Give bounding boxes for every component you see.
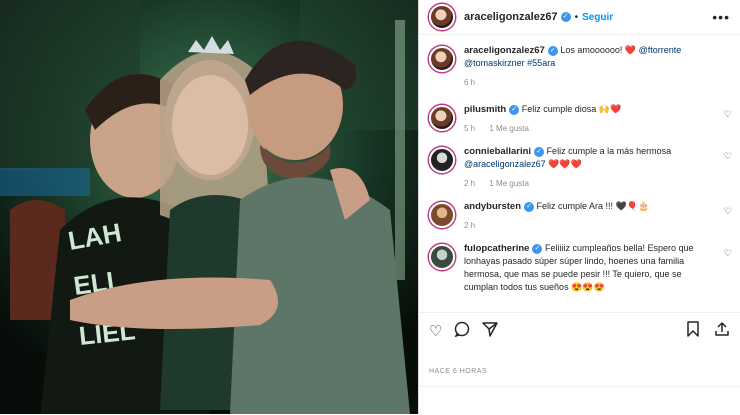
post-actions-bar: ♡ xyxy=(419,312,740,349)
comment-time: 2 h xyxy=(464,179,476,188)
like-heart-icon[interactable]: ♡ xyxy=(724,109,732,120)
more-options-icon[interactable]: ••• xyxy=(712,9,730,25)
mention-link[interactable]: @tomaskirzner xyxy=(464,58,525,68)
verified-icon: ✓ xyxy=(509,104,520,115)
comment-username[interactable]: fulopcatherine xyxy=(464,243,529,254)
photo-illustration: LAH ELI LIEL xyxy=(0,0,418,414)
post-header: araceligonzalez67 ✓ • Seguir ••• xyxy=(419,0,740,35)
comment-emoji: ❤️❤️❤️ xyxy=(548,159,582,169)
comment-likes[interactable]: 1 Me gusta xyxy=(489,179,529,188)
like-heart-icon[interactable]: ♡ xyxy=(429,322,442,340)
comment-item: fulopcatherine ✓ Feliiiiz cumpleaños bell… xyxy=(419,242,740,294)
post-photo: LAH ELI LIEL xyxy=(0,0,418,414)
post-timestamp: HACE 6 HORAS xyxy=(429,368,488,375)
avatar[interactable] xyxy=(429,244,455,270)
comment-time: 5 h xyxy=(464,124,476,133)
caption-time: 6 h xyxy=(464,78,476,87)
comment-icon[interactable] xyxy=(454,321,470,341)
caption: araceligonzalez67 ✓ Los amoooooo! ❤️ @fto… xyxy=(419,40,740,89)
caption-text: Los amoooooo! ❤️ xyxy=(560,45,637,55)
comment-item: andybursten ✓ Feliz cumple Ara !!! 🖤🎈🎂 2 … xyxy=(419,200,740,232)
comment-text: Feliz cumple diosa 🙌❤️ xyxy=(521,104,622,114)
header-username[interactable]: araceligonzalez67 xyxy=(464,11,558,23)
comment-text: Feliz cumple Ara !!! 🖤🎈🎂 xyxy=(536,201,650,211)
verified-icon: ✓ xyxy=(524,201,535,212)
comment-text: Feliz cumple a la más hermosa xyxy=(546,146,672,156)
like-heart-icon[interactable]: ♡ xyxy=(724,206,732,217)
like-heart-icon[interactable]: ♡ xyxy=(724,248,732,259)
follow-button[interactable]: Seguir xyxy=(582,12,613,23)
comment-item: pilusmith ✓ Feliz cumple diosa 🙌❤️ 5 h 1 … xyxy=(419,103,740,135)
share-icon[interactable] xyxy=(482,321,499,341)
verified-icon: ✓ xyxy=(534,146,545,157)
avatar[interactable] xyxy=(429,4,455,30)
like-heart-icon[interactable]: ♡ xyxy=(724,151,732,162)
comment-time: 2 h xyxy=(464,221,476,230)
caption-username[interactable]: araceligonzalez67 xyxy=(464,45,545,56)
post-side-panel: araceligonzalez67 ✓ • Seguir ••• araceli… xyxy=(418,0,740,414)
avatar[interactable] xyxy=(429,105,455,131)
comment-likes[interactable]: 1 Me gusta xyxy=(489,124,529,133)
add-comment-area[interactable] xyxy=(419,386,740,415)
upload-icon[interactable] xyxy=(714,321,730,341)
comment-username[interactable]: andybursten xyxy=(464,201,521,212)
comment-username[interactable]: connieballarini xyxy=(464,146,531,157)
avatar[interactable] xyxy=(429,147,455,173)
separator-dot: • xyxy=(574,11,579,23)
save-bookmark-icon[interactable] xyxy=(686,321,700,341)
verified-icon: ✓ xyxy=(532,243,543,254)
hashtag-link[interactable]: #55ara xyxy=(527,58,555,68)
comments-list: araceligonzalez67 ✓ Los amoooooo! ❤️ @fto… xyxy=(419,40,740,308)
avatar[interactable] xyxy=(429,46,455,72)
comment-item: connieballarini ✓ Feliz cumple a la más h… xyxy=(419,145,740,190)
mention-link[interactable]: @ftorrente xyxy=(639,45,682,55)
verified-icon: ✓ xyxy=(560,12,571,22)
comment-username[interactable]: pilusmith xyxy=(464,104,506,115)
verified-icon: ✓ xyxy=(547,45,558,56)
avatar[interactable] xyxy=(429,202,455,228)
mention-link[interactable]: @araceligonzalez67 xyxy=(464,159,546,169)
